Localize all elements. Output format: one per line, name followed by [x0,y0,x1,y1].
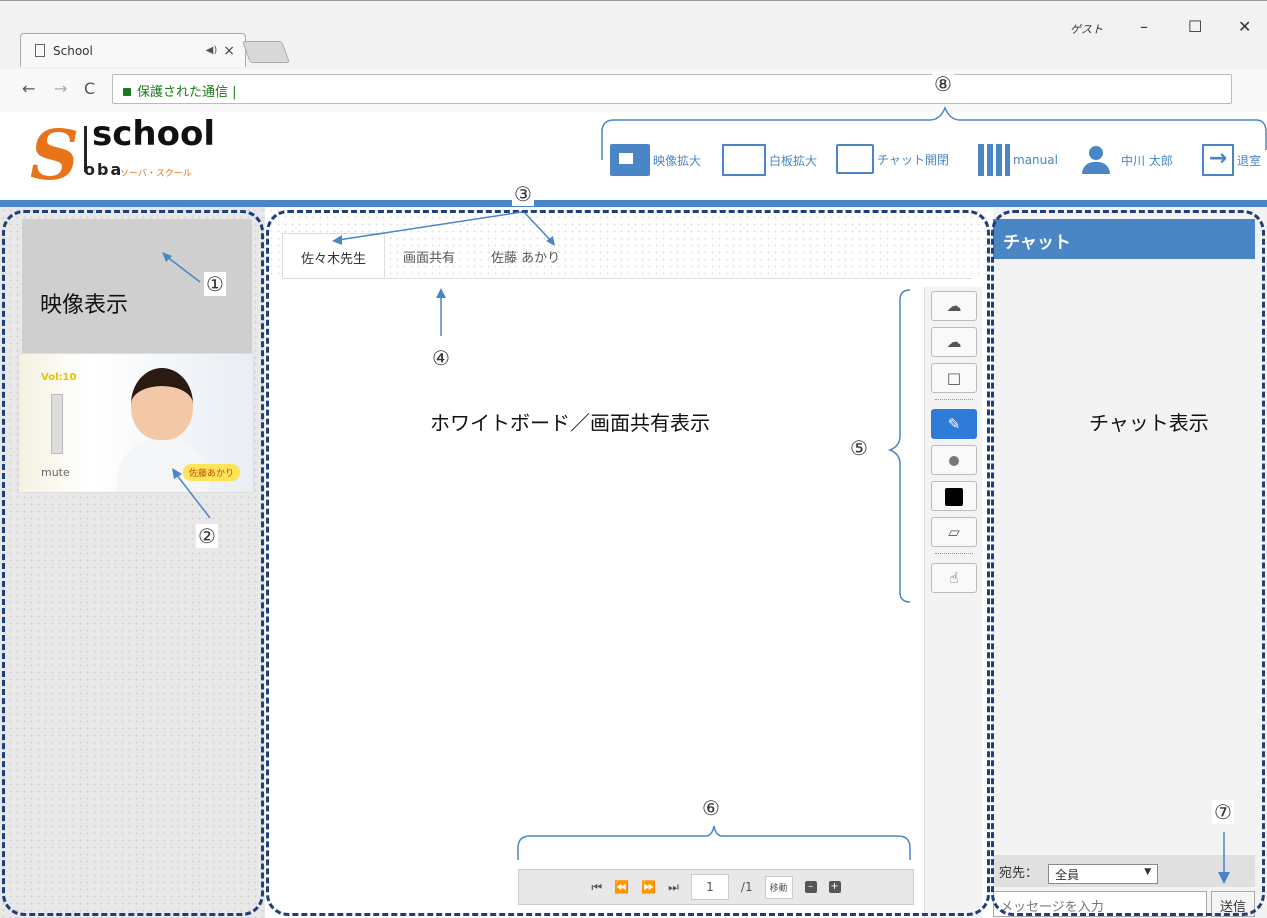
annotation-number-7: ⑦ [1212,800,1234,824]
annotation-number-8: ⑧ [932,72,954,96]
annotation-number-4: ④ [430,346,452,370]
annotation-lines [162,106,1267,884]
annotation-number-3: ③ [512,182,534,206]
annotation-number-6: ⑥ [700,796,722,820]
annotation-number-2: ② [196,524,218,548]
annotation-number-5: ⑤ [848,436,870,460]
annotation-number-1: ① [204,272,226,296]
